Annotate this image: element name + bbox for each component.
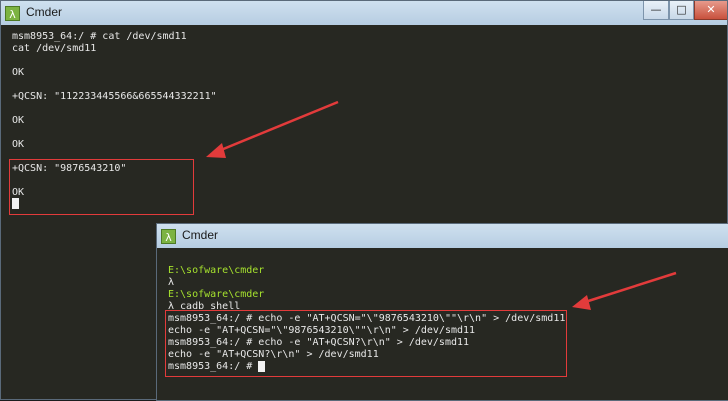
maximize-button[interactable]: □ [669,1,694,20]
close-button[interactable]: ✕ [694,1,727,20]
minimize-button[interactable]: — [643,1,669,20]
window-title: Cmder [26,5,63,19]
window-title: Cmder [182,228,219,242]
terminal-line: cat /dev/smd11 [12,43,97,54]
cmder-window-front[interactable]: λ Cmder E:\sofware\cmder λ E:\sofware\cm… [156,223,728,401]
terminal-line: E:\sofware\cmder [168,265,265,276]
highlight-box [165,310,567,377]
cmder-lambda-icon: λ [5,6,20,21]
terminal-line: OK [12,67,25,78]
terminal-line: msm8953_64:/ # cat /dev/smd11 [12,31,187,42]
title-bar[interactable]: λ Cmder — □ ✕ [1,1,727,26]
highlight-box [9,159,194,215]
cmder-lambda-icon: λ [161,229,176,244]
terminal-line: E:\sofware\cmder [168,289,265,300]
terminal-line: OK [12,115,25,126]
terminal-line: λ [168,277,175,288]
terminal-line: +QCSN: "112233445566&665544332211" [12,91,217,102]
title-bar[interactable]: λ Cmder [157,224,728,249]
terminal-line: OK [12,139,25,150]
